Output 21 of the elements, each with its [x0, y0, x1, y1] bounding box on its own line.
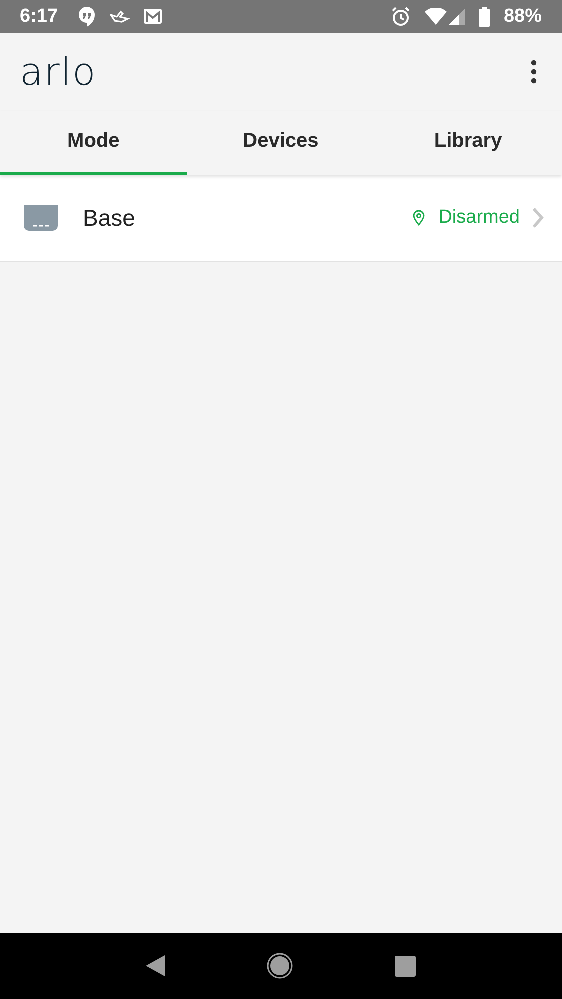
signal-icon	[448, 8, 465, 24]
status-time: 6:17	[20, 6, 58, 28]
device-name: Base	[83, 204, 136, 232]
app-logo: arlo	[20, 50, 97, 94]
tab[interactable]: Library	[374, 111, 562, 175]
recents-icon[interactable]	[395, 956, 416, 976]
more-options-icon[interactable]	[530, 60, 538, 84]
mail-icon	[144, 9, 162, 24]
chat-bubble-icon	[78, 6, 96, 28]
back-icon[interactable]	[146, 955, 166, 977]
tab[interactable]: Devices	[187, 111, 375, 175]
mode-status: Disarmed	[438, 207, 520, 229]
alarm-clock-icon	[390, 6, 411, 26]
battery-percent: 88%	[504, 6, 542, 28]
base-station-icon	[23, 204, 59, 232]
location-pin-icon	[412, 210, 425, 226]
device-row[interactable]: Base Disarmed	[0, 175, 562, 261]
chevron-right-icon	[532, 207, 544, 229]
battery-icon	[478, 6, 490, 26]
home-icon[interactable]	[267, 953, 294, 979]
bird-icon	[110, 8, 130, 24]
